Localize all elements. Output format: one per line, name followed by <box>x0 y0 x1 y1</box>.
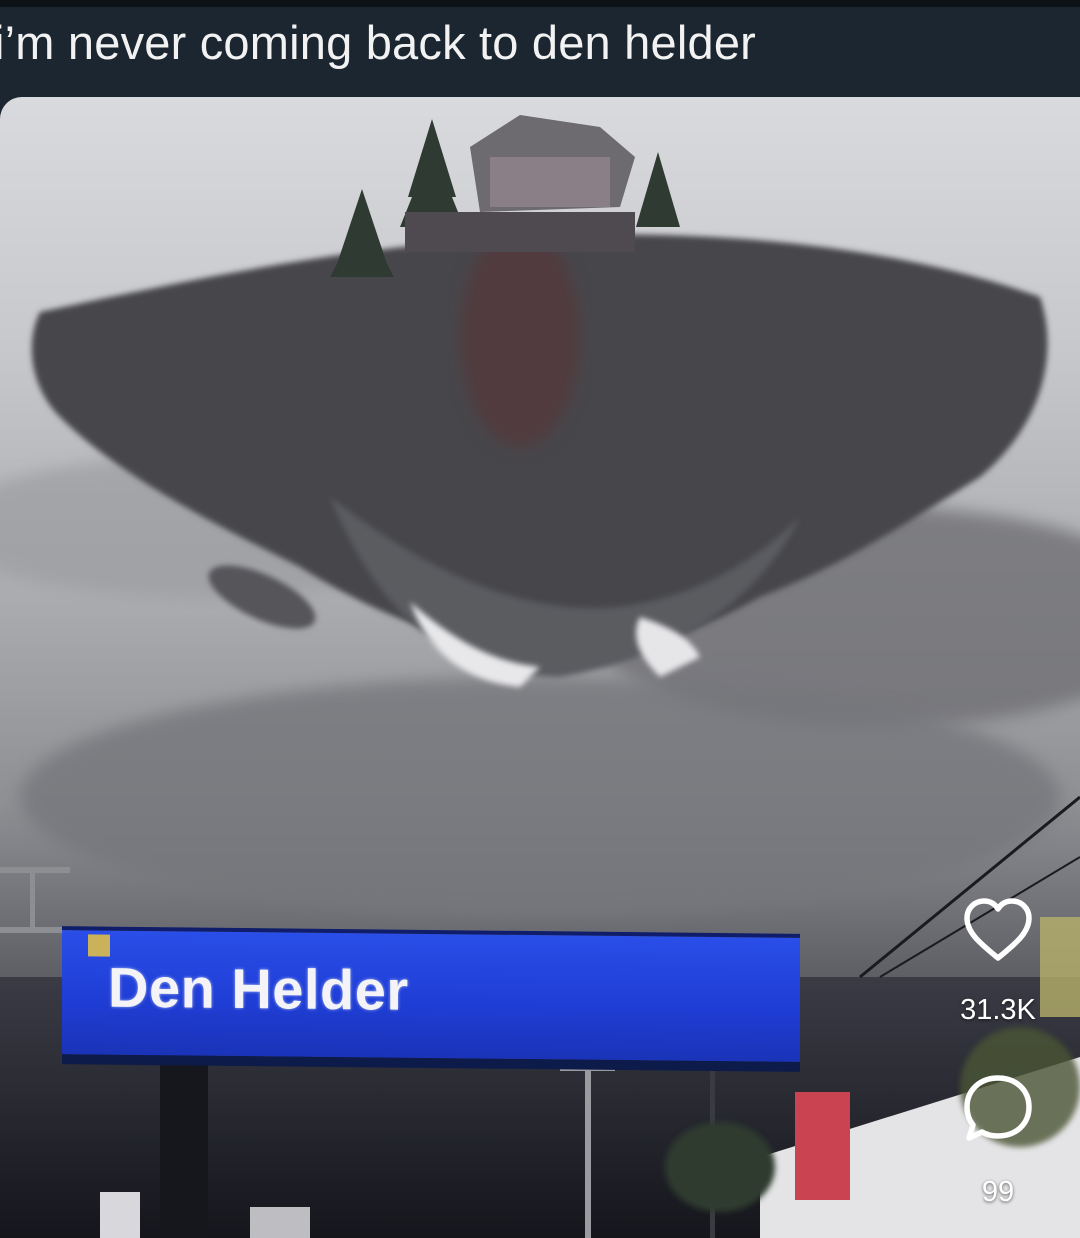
comment-button[interactable]: 99 <box>938 1072 1058 1209</box>
like-button[interactable]: 31.3K <box>938 896 1058 1027</box>
post-image[interactable]: Den Helder <box>0 97 1080 1238</box>
sign-corner-mark <box>88 934 110 957</box>
heart-icon[interactable] <box>961 896 1035 964</box>
like-count: 31.3K <box>960 994 1036 1026</box>
den-helder-station-sign: Den Helder <box>62 926 800 1062</box>
post-caption: i’m never coming back to den helder <box>0 16 757 69</box>
comment-count: 99 <box>981 1176 1015 1208</box>
station-sign-label: Den Helder <box>108 955 409 1022</box>
comment-bubble-icon[interactable] <box>961 1072 1035 1146</box>
storm-scene-illustration <box>0 115 1080 1238</box>
caption-bar: i’m never coming back to den helder <box>0 0 1080 97</box>
